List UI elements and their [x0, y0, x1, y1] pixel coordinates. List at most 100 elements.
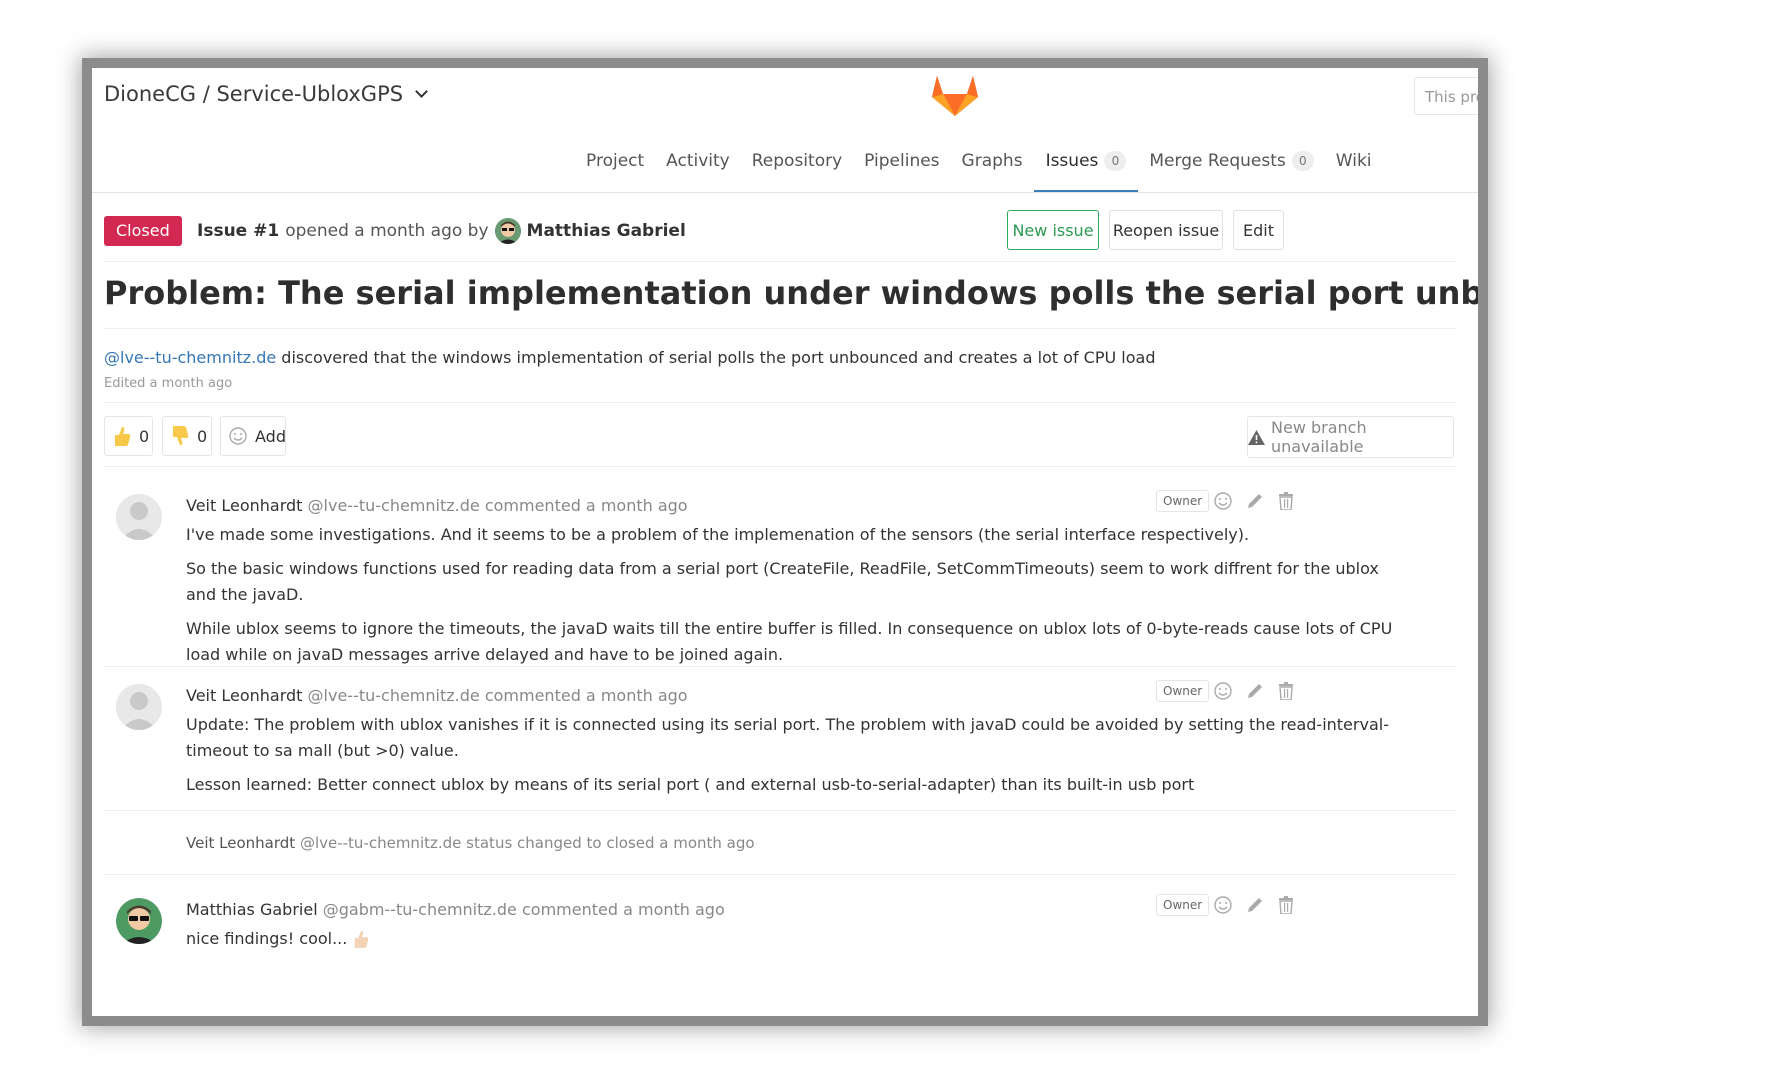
edited-timestamp: Edited a month ago	[104, 376, 233, 391]
note-handle[interactable]: @lve--tu-chemnitz.de	[308, 686, 480, 705]
thumbsup-icon	[113, 425, 131, 447]
note-actions	[1214, 896, 1294, 914]
issue-meta: Issue #1 opened a month ago by Matthias …	[197, 218, 686, 244]
note-actions	[1214, 492, 1294, 510]
note-paragraph: nice findings! cool...	[186, 929, 348, 948]
owner-badge: Owner	[1156, 894, 1210, 916]
status-badge: Closed	[104, 216, 182, 246]
reopen-issue-button[interactable]: Reopen issue	[1109, 210, 1223, 250]
note-handle[interactable]: @gabm--tu-chemnitz.de	[323, 900, 517, 919]
note-action[interactable]: commented a month ago	[522, 900, 725, 919]
new-branch-button[interactable]: New branch unavailable	[1247, 416, 1454, 458]
add-award-button[interactable]: Add	[220, 416, 286, 456]
gitlab-logo[interactable]	[932, 74, 978, 116]
system-note-handle[interactable]: @lve--tu-chemnitz.de	[300, 834, 461, 852]
divider	[104, 810, 1456, 811]
tab-label: Repository	[751, 151, 843, 171]
tab-issues[interactable]: Issues 0	[1033, 146, 1139, 192]
divider	[104, 666, 1456, 667]
browser-frame: DioneCG / Service-UbloxGPS This pro Proj…	[92, 68, 1478, 1016]
new-issue-button[interactable]: New issue	[1007, 210, 1099, 250]
tab-label: Pipelines	[864, 151, 940, 171]
tab-repository[interactable]: Repository	[741, 146, 853, 192]
pencil-icon[interactable]	[1246, 492, 1264, 510]
tab-project[interactable]: Project	[575, 146, 655, 192]
project-path[interactable]: DioneCG / Service-UbloxGPS	[104, 82, 403, 106]
top-header: DioneCG / Service-UbloxGPS This pro Proj…	[92, 68, 1478, 193]
add-award-label: Add	[255, 426, 286, 446]
tab-label: Project	[586, 151, 645, 171]
note-author[interactable]: Veit Leonhardt	[186, 686, 302, 705]
thumbsup-award-button[interactable]: 0	[104, 416, 153, 456]
system-note: Veit Leonhardt @lve--tu-chemnitz.de stat…	[186, 834, 755, 852]
note-body: I've made some investigations. And it se…	[186, 522, 1406, 676]
note-author[interactable]: Matthias Gabriel	[186, 900, 318, 919]
divider	[104, 328, 1456, 329]
tab-graphs[interactable]: Graphs	[951, 146, 1034, 192]
new-branch-label: New branch unavailable	[1271, 418, 1367, 456]
user-mention-link[interactable]: @lve--tu-chemnitz.de	[104, 348, 276, 367]
chevron-down-icon[interactable]	[415, 85, 428, 98]
smiley-icon[interactable]	[1214, 492, 1232, 510]
pencil-icon[interactable]	[1246, 896, 1264, 914]
smiley-icon[interactable]	[1214, 896, 1232, 914]
issue-author[interactable]: Matthias Gabriel	[527, 221, 686, 241]
note-body: nice findings! cool...	[186, 926, 1406, 952]
note-author[interactable]: Veit Leonhardt	[186, 496, 302, 515]
tab-label: Activity	[666, 151, 730, 171]
smiley-icon[interactable]	[1214, 682, 1232, 700]
avatar[interactable]	[116, 898, 162, 944]
owner-badge: Owner	[1156, 490, 1210, 512]
divider	[104, 874, 1456, 875]
description-text: discovered that the windows implementati…	[281, 348, 1156, 367]
note-paragraph: While ublox seems to ignore the timeouts…	[186, 619, 1393, 664]
edit-button[interactable]: Edit	[1233, 210, 1284, 250]
tab-wiki[interactable]: Wiki	[1325, 146, 1383, 192]
avatar[interactable]	[116, 684, 162, 730]
thumbsdown-count: 0	[197, 426, 208, 446]
note-paragraph: Lesson learned: Better connect ublox by …	[186, 775, 1195, 794]
issue-header: Closed Issue #1 opened a month ago by Ma…	[104, 204, 1456, 260]
tab-merge-requests[interactable]: Merge Requests 0	[1138, 146, 1324, 192]
note-body: Update: The problem with ublox vanishes …	[186, 712, 1406, 806]
tab-activity[interactable]: Activity	[655, 146, 741, 192]
thumbsdown-award-button[interactable]: 0	[162, 416, 212, 456]
divider	[104, 466, 1456, 467]
tab-label: Merge Requests	[1149, 151, 1286, 171]
note-handle[interactable]: @lve--tu-chemnitz.de	[308, 496, 480, 515]
issue-title: Problem: The serial implementation under…	[104, 274, 1478, 312]
note-header: Matthias Gabriel @gabm--tu-chemnitz.de c…	[186, 900, 725, 919]
divider	[104, 402, 1456, 403]
system-note-action: status changed to closed a month ago	[466, 834, 755, 852]
tab-label: Wiki	[1335, 151, 1372, 171]
tab-pipelines[interactable]: Pipelines	[853, 146, 950, 192]
search-input[interactable]: This pro	[1414, 77, 1478, 115]
issues-count-badge: 0	[1104, 151, 1127, 171]
trash-icon[interactable]	[1278, 682, 1294, 700]
note-action[interactable]: commented a month ago	[485, 496, 688, 515]
system-note-author[interactable]: Veit Leonhardt	[186, 834, 295, 852]
warning-icon	[1248, 429, 1265, 445]
thumbsdown-icon	[171, 425, 189, 447]
note-paragraph: So the basic windows functions used for …	[186, 559, 1379, 604]
project-breadcrumb[interactable]: DioneCG / Service-UbloxGPS	[104, 82, 428, 106]
issue-opened-text: opened a month ago by	[285, 221, 489, 241]
trash-icon[interactable]	[1278, 492, 1294, 510]
note-actions	[1214, 682, 1294, 700]
thumbsup-count: 0	[139, 426, 150, 446]
trash-icon[interactable]	[1278, 896, 1294, 914]
issue-description: @lve--tu-chemnitz.de discovered that the…	[104, 348, 1155, 367]
project-nav: Project Activity Repository Pipelines Gr…	[575, 146, 1383, 192]
pencil-icon[interactable]	[1246, 682, 1264, 700]
note-action[interactable]: commented a month ago	[485, 686, 688, 705]
tab-label: Issues	[1045, 151, 1099, 171]
issue-ref: Issue #1	[197, 221, 280, 241]
note-header: Veit Leonhardt @lve--tu-chemnitz.de comm…	[186, 686, 688, 705]
divider	[104, 261, 1456, 262]
thumbsup-icon	[353, 929, 369, 949]
note-header: Veit Leonhardt @lve--tu-chemnitz.de comm…	[186, 496, 688, 515]
avatar[interactable]	[494, 218, 521, 244]
merge-requests-count-badge: 0	[1291, 151, 1314, 171]
avatar[interactable]	[116, 494, 162, 540]
smiley-icon	[229, 427, 247, 445]
